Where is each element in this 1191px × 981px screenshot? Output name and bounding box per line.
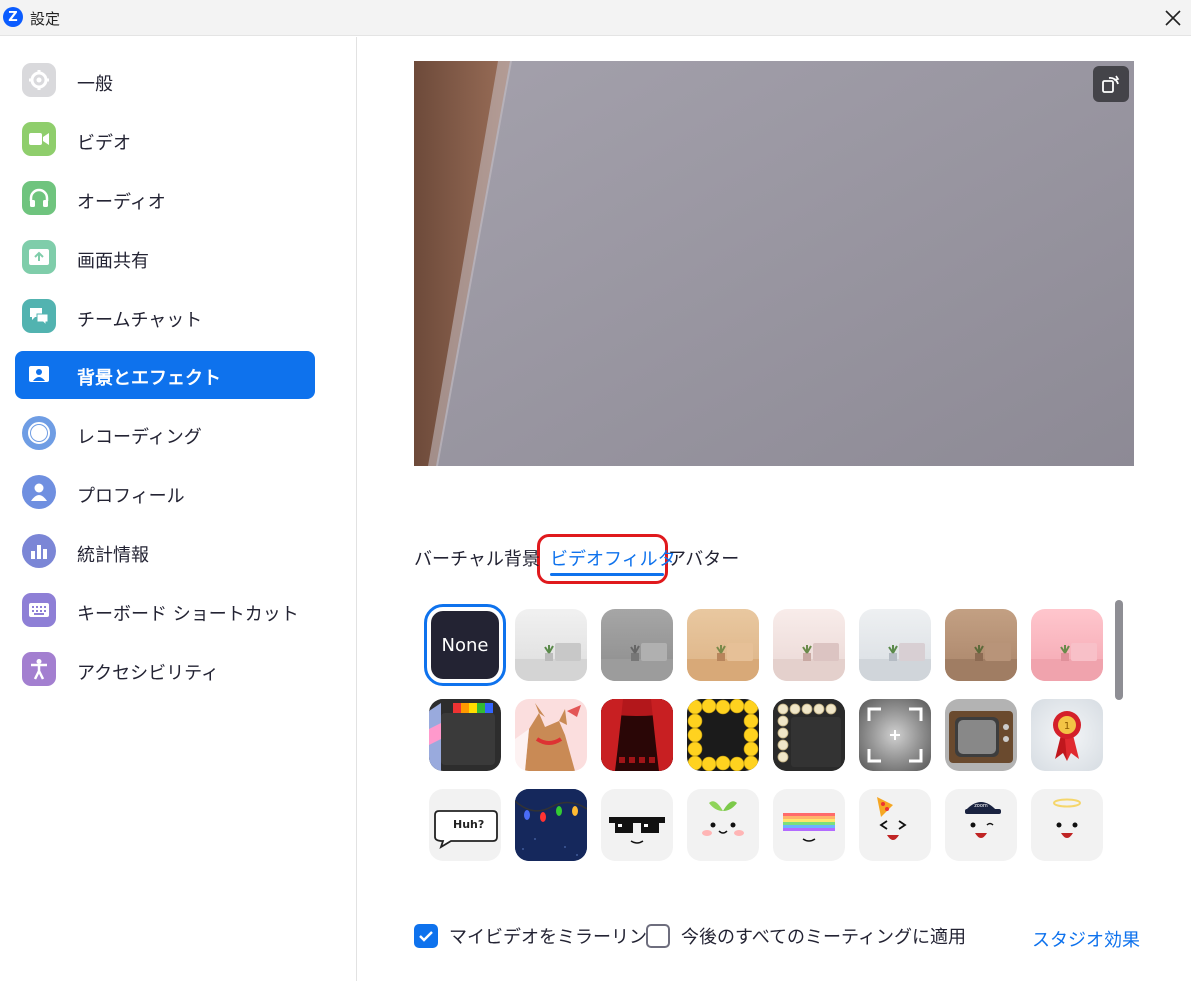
filter-room-white[interactable] <box>515 609 587 681</box>
filter-room-light-gray[interactable] <box>859 609 931 681</box>
studio-effects-link[interactable]: スタジオ効果 <box>1032 926 1140 952</box>
filter-theater-curtains[interactable] <box>601 699 673 771</box>
filter-party-hat[interactable] <box>859 789 931 861</box>
background-person-icon <box>22 357 56 391</box>
sidebar-item-general[interactable]: 一般 <box>15 57 315 105</box>
filter-christmas-lights[interactable] <box>515 789 587 861</box>
rotate-icon <box>1102 75 1120 93</box>
headphones-icon <box>22 181 56 215</box>
sidebar-item-recording[interactable]: レコーディング <box>15 410 315 458</box>
filter-award-ribbon[interactable]: 1 <box>1031 699 1103 771</box>
filter-pride-frame[interactable] <box>429 699 501 771</box>
filter-room-pink-light[interactable] <box>773 609 845 681</box>
sidebar-item-label: ビデオ <box>77 133 131 154</box>
filter-angel-halo[interactable] <box>1031 789 1103 861</box>
apply-all-meetings-label: 今後のすべてのミーティングに適用 <box>681 927 966 948</box>
filter-scrollbar-thumb[interactable] <box>1115 600 1123 700</box>
active-tab-underline <box>550 573 664 576</box>
sidebar-item-keyboard-shortcuts[interactable]: キーボード ショートカット <box>15 587 315 635</box>
filter-emoji-frame[interactable] <box>687 699 759 771</box>
apply-all-meetings-row[interactable]: 今後のすべてのミーティングに適用 <box>646 923 966 949</box>
mirror-video-row[interactable]: マイビデオをミラーリング <box>414 923 665 949</box>
gear-icon <box>22 63 56 97</box>
video-camera-icon <box>22 122 56 156</box>
statistics-icon <box>22 534 56 568</box>
filter-room-pink[interactable] <box>1031 609 1103 681</box>
checkmark-icon <box>419 931 433 942</box>
filter-zoom-cap[interactable]: zoom <box>945 789 1017 861</box>
filter-room-brown[interactable] <box>945 609 1017 681</box>
window-title: 設定 <box>30 10 61 28</box>
filter-retro-tv[interactable] <box>945 699 1017 771</box>
svg-text:zoom: zoom <box>974 803 988 809</box>
sidebar-item-label: キーボード ショートカット <box>77 604 299 625</box>
sidebar-item-label: オーディオ <box>77 192 166 213</box>
mirror-video-label: マイビデオをミラーリング <box>449 927 665 948</box>
sidebar-item-accessibility[interactable]: アクセシビリティ <box>15 646 315 694</box>
filter-none[interactable]: None <box>424 604 506 686</box>
sidebar-item-label: 統計情報 <box>77 545 149 566</box>
filter-corgi[interactable] <box>515 699 587 771</box>
filter-speech-bubble[interactable]: Huh? <box>429 789 501 861</box>
filter-room-tan[interactable] <box>687 609 759 681</box>
share-screen-icon <box>22 240 56 274</box>
video-preview <box>414 61 1134 466</box>
close-button[interactable] <box>1155 0 1191 36</box>
filter-sprout[interactable] <box>687 789 759 861</box>
sidebar-item-label: チームチャット <box>77 310 203 331</box>
filter-marquee-lights[interactable] <box>773 699 845 771</box>
title-bar: Z 設定 <box>0 0 1191 36</box>
zoom-logo-icon: Z <box>3 7 23 27</box>
record-icon <box>22 416 56 450</box>
close-icon <box>1165 10 1181 26</box>
rotate-camera-button[interactable] <box>1093 66 1129 102</box>
sidebar-item-label: アクセシビリティ <box>77 663 220 684</box>
sidebar-item-audio[interactable]: オーディオ <box>15 175 315 223</box>
filter-none-label: None <box>441 634 489 656</box>
sidebar-item-video[interactable]: ビデオ <box>15 116 315 164</box>
tab-virtual-background[interactable]: バーチャル背景 <box>414 545 540 571</box>
sidebar-item-background-effects[interactable]: 背景とエフェクト <box>15 351 315 399</box>
profile-icon <box>22 475 56 509</box>
filter-room-gray[interactable] <box>601 609 673 681</box>
sidebar-item-label: 一般 <box>77 74 113 95</box>
speech-bubble-text: Huh? <box>453 818 485 831</box>
tab-avatars[interactable]: アバター <box>668 545 739 571</box>
filter-rainbow-halo[interactable] <box>773 789 845 861</box>
sidebar-item-label: レコーディング <box>77 427 202 448</box>
sidebar-item-screen-share[interactable]: 画面共有 <box>15 234 315 282</box>
mirror-video-checkbox[interactable] <box>414 924 438 948</box>
chat-bubbles-icon <box>22 299 56 333</box>
camera-feed <box>414 61 1134 466</box>
keyboard-icon <box>22 593 56 627</box>
settings-window: Z 設定 一般 ビデオ オーディオ 画面共有 チームチャット 背景とエフェクト … <box>0 0 1191 981</box>
sidebar-item-label: プロフィール <box>77 486 185 507</box>
sidebar-item-label: 背景とエフェクト <box>77 368 221 389</box>
svg-text:1: 1 <box>1064 721 1070 732</box>
filter-pixel-sunglasses[interactable] <box>601 789 673 861</box>
sidebar: 一般 ビデオ オーディオ 画面共有 チームチャット 背景とエフェクト レコーディ… <box>0 37 357 981</box>
tab-video-filters[interactable]: ビデオフィルタ <box>550 545 676 571</box>
sidebar-item-statistics[interactable]: 統計情報 <box>15 528 315 576</box>
apply-all-meetings-checkbox[interactable] <box>646 924 670 948</box>
sidebar-item-team-chat[interactable]: チームチャット <box>15 293 315 341</box>
sidebar-item-label: 画面共有 <box>77 251 149 272</box>
filter-camera-focus-frame[interactable] <box>859 699 931 771</box>
filter-grid: None 1 Huh? zoom <box>414 600 1114 870</box>
sidebar-item-profile[interactable]: プロフィール <box>15 469 315 517</box>
accessibility-icon <box>22 652 56 686</box>
